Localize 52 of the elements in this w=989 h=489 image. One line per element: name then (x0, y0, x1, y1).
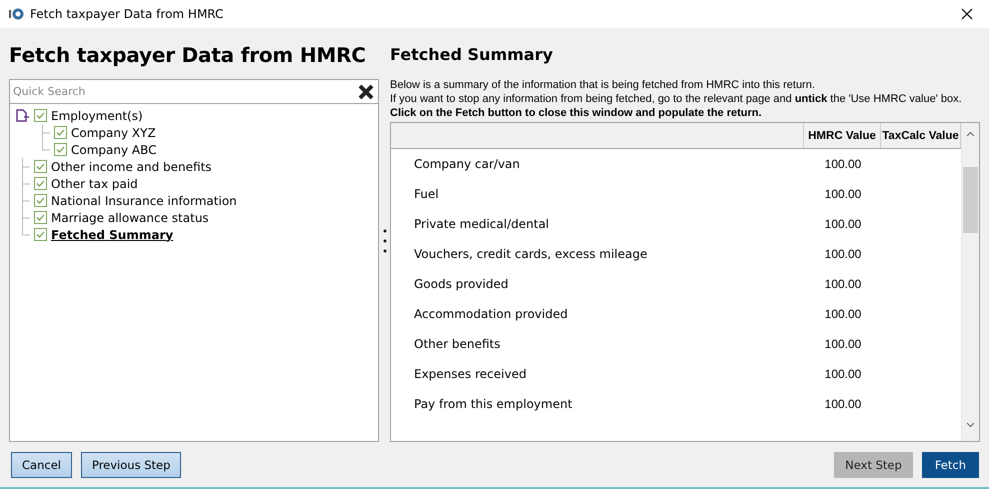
table-cell: 100.00 (824, 217, 862, 231)
action-button[interactable]: Cancel (11, 452, 72, 478)
search-input[interactable]: Quick Search (10, 82, 357, 102)
description-text: If you want to stop any information from being fetched, go to the relevant page and untick the 'Use HMRC value' box. (390, 92, 963, 106)
checkbox[interactable] (34, 228, 47, 241)
tree-item[interactable]: Employment(s) (51, 108, 143, 122)
table-cell: Expenses received (414, 367, 526, 381)
tree-item[interactable]: Marriage allowance status (51, 210, 209, 224)
table-cell: 100.00 (824, 397, 862, 411)
checkbox[interactable] (34, 211, 47, 224)
app-logo-icon (8, 6, 24, 22)
checkbox[interactable] (54, 143, 67, 156)
description-text: Below is a summary of the information that is being fetched from HMRC into this return. (390, 78, 816, 92)
window-title: Fetch taxpayer Data from HMRC (30, 7, 224, 21)
checkbox[interactable] (34, 109, 47, 122)
checkbox[interactable] (34, 177, 47, 190)
column-header[interactable]: HMRC Value (804, 123, 881, 148)
instruction-text: Click on the Fetch button to close this window and populate the return. (390, 106, 763, 120)
table-cell: Fuel (414, 187, 439, 201)
table-cell: 100.00 (824, 307, 862, 321)
table-cell: Goods provided (414, 277, 508, 291)
checkbox[interactable] (34, 160, 47, 173)
action-button[interactable]: Previous Step (80, 452, 182, 478)
table-cell: 100.00 (824, 367, 862, 381)
table-cell: 100.00 (824, 247, 862, 261)
tree-item[interactable]: Company XYZ (71, 126, 156, 140)
table-cell: Company car/van (414, 157, 520, 171)
table-cell: 100.00 (824, 187, 862, 201)
table-cell: Pay from this employment (414, 397, 572, 411)
action-button[interactable]: Fetch (922, 452, 979, 478)
table-cell: Accommodation provided (414, 307, 568, 321)
scrollbar[interactable] (961, 123, 979, 441)
tree-item[interactable]: Company ABC (71, 142, 157, 156)
table-cell: 100.00 (824, 157, 862, 171)
tree-item[interactable]: National Insurance information (51, 194, 237, 208)
tree-item[interactable]: Fetched Summary (51, 228, 174, 242)
table-cell: 100.00 (824, 277, 862, 291)
tree-item[interactable]: Other income and benefits (51, 160, 212, 174)
table-cell: 100.00 (824, 337, 862, 351)
clear-icon[interactable] (357, 82, 375, 100)
table-cell: Other benefits (414, 337, 500, 351)
checkbox[interactable] (34, 194, 47, 207)
section-title: Fetched Summary (390, 44, 554, 66)
close-icon (961, 8, 973, 20)
splitter-handle-icon[interactable] (382, 228, 386, 254)
page-heading: Fetch taxpayer Data from HMRC (9, 42, 367, 69)
checkbox[interactable] (54, 126, 67, 139)
tree-item[interactable]: Other tax paid (51, 176, 138, 190)
collapse-icon[interactable] (14, 107, 30, 124)
table-cell: Private medical/dental (414, 217, 549, 231)
search-field[interactable]: Quick Search (9, 79, 379, 104)
table-cell: Vouchers, credit cards, excess mileage (414, 247, 648, 261)
